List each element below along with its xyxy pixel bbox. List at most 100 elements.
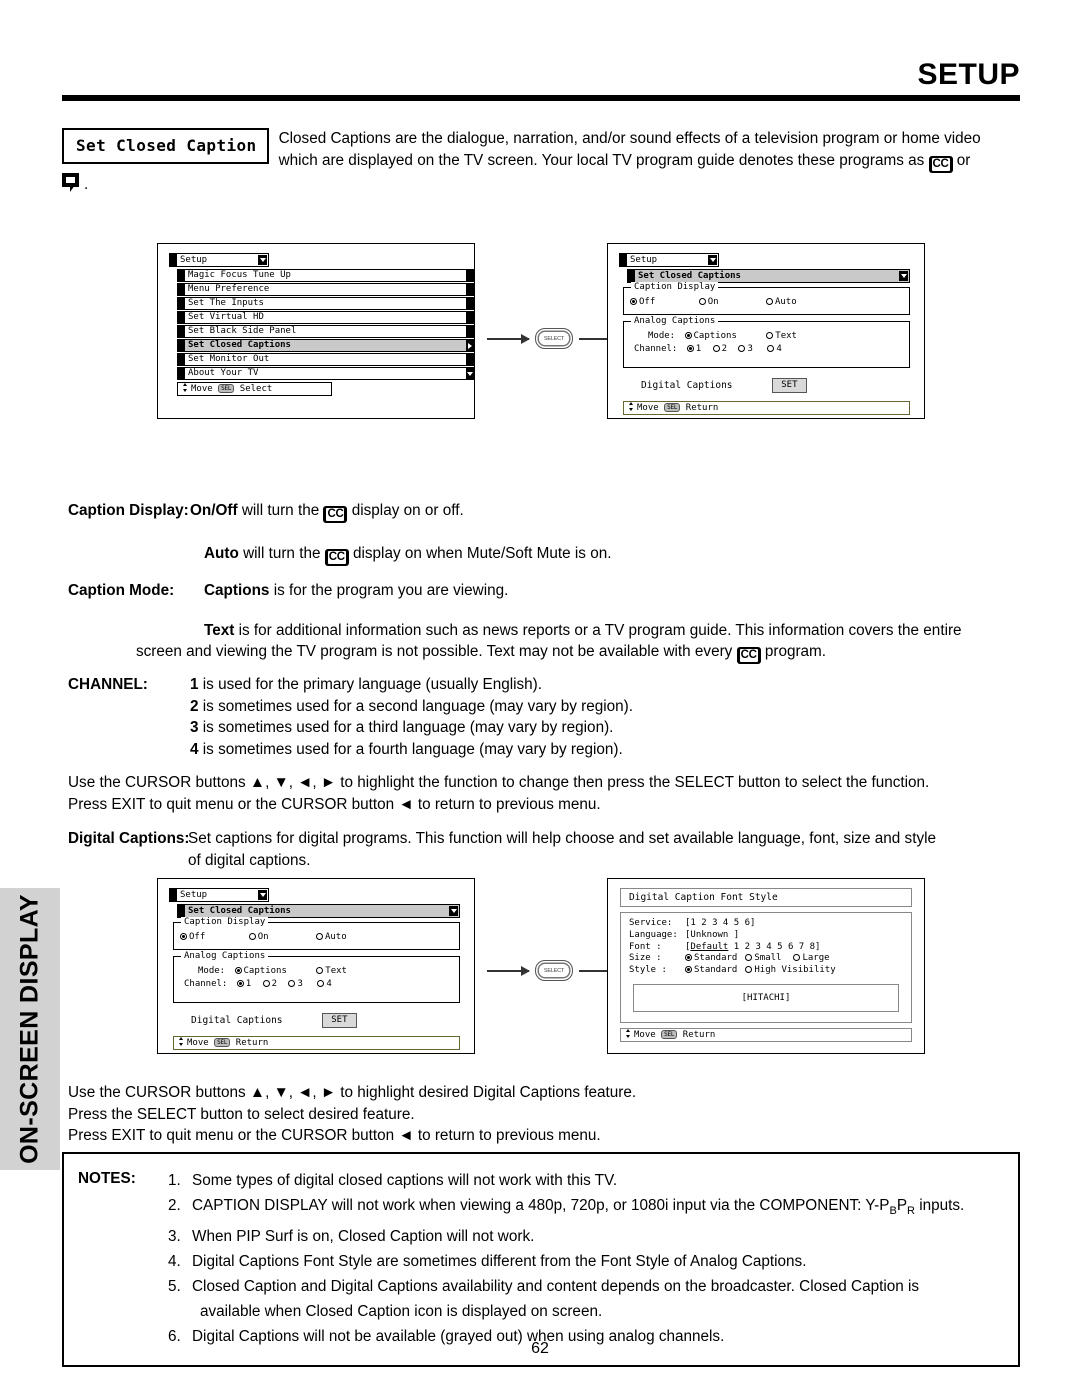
menu-item-about-your-tv[interactable]: About Your TV <box>177 367 474 380</box>
up-down-arrow-icon <box>626 1028 631 1038</box>
caption-mode-line-2: Text is for additional information such … <box>204 621 962 639</box>
chevron-right-icon <box>466 340 473 351</box>
option-mode-captions[interactable]: Captions <box>234 965 287 978</box>
analog-channel-row: Channel: 1 2 3 4 <box>180 978 453 991</box>
intro-line-2-or: or <box>956 151 971 169</box>
font-style-row-language[interactable]: Language: [Unknown ] <box>629 930 903 942</box>
note-item: 4. Digital Captions Font Style are someti… <box>168 1253 807 1271</box>
analog-channel-label: Channel: <box>634 344 678 354</box>
analog-mode-label: Mode: <box>648 331 676 341</box>
menu-item-set-the-inputs[interactable]: Set The Inputs <box>177 297 474 310</box>
radio-icon <box>765 298 773 305</box>
radio-icon <box>686 345 694 352</box>
caption-display-line-2: Auto will turn the CC display on when Mu… <box>204 545 611 566</box>
font-style-preview: [HITACHI] <box>633 983 899 1012</box>
page-header: SETUP <box>62 58 1020 101</box>
flow-connector-2: SELECT <box>487 960 622 981</box>
option-mode-text[interactable]: Text <box>766 330 797 343</box>
radio-icon <box>684 332 692 339</box>
digital-captions-term: Digital Captions: <box>68 830 190 847</box>
radio-icon <box>766 332 774 339</box>
option-channel-1[interactable]: 1 <box>236 978 251 991</box>
option-channel-2[interactable]: 2 <box>262 978 277 991</box>
option-caption-display-auto[interactable]: Auto <box>315 931 347 944</box>
caption-display-group-label: Caption Display <box>181 917 269 928</box>
menu-item-set-virtual-hd[interactable]: Set Virtual HD <box>177 311 474 324</box>
channel-item-1: 1 is used for the primary language (usua… <box>190 676 543 693</box>
closed-caption-icon: CC <box>324 549 349 566</box>
digital-captions-line-2: of digital captions. <box>188 851 311 869</box>
radio-icon <box>685 954 692 962</box>
closed-caption-icon: CC <box>323 506 348 523</box>
digital-captions-description: Digital Captions: Set captions for digit… <box>68 828 1028 871</box>
menu-item-set-black-side-panel[interactable]: Set Black Side Panel <box>177 325 474 338</box>
intro-line-3: . <box>62 172 1020 196</box>
option-channel-2[interactable]: 2 <box>712 343 727 356</box>
closed-captions-panel-2: Setup Set Closed Captions Caption Displa… <box>157 878 475 1054</box>
analog-channel-label: Channel: <box>184 979 228 989</box>
option-channel-3[interactable]: 3 <box>288 978 303 991</box>
option-caption-display-off[interactable]: Off <box>180 931 205 944</box>
caption-display-group: Caption Display Off On Auto <box>623 282 910 315</box>
channel-item-2: 2 is sometimes used for a second languag… <box>190 697 633 715</box>
channel-description: CHANNEL: 1 is used for the primary langu… <box>68 674 1028 760</box>
menu-item-set-closed-captions[interactable]: Set Closed Captions <box>177 339 474 352</box>
digital-captions-line-1: Set captions for digital programs. This … <box>188 830 937 847</box>
digital-captions-label: Digital Captions <box>191 1015 283 1026</box>
note-item: 1. Some types of digital closed captions … <box>168 1172 618 1189</box>
menu-item-menu-preference[interactable]: Menu Preference <box>177 283 474 296</box>
option-caption-display-off[interactable]: Off <box>630 296 655 309</box>
header-divider <box>62 95 1020 101</box>
digital-captions-row-2: Digital Captions SET <box>191 1013 460 1028</box>
intro-line-2-text: which are displayed on the TV screen. Yo… <box>278 151 925 169</box>
option-channel-1[interactable]: 1 <box>686 343 701 356</box>
analog-captions-group-2: Analog Captions Mode: Captions Text Chan… <box>173 951 460 1003</box>
channel-rows: CHANNEL: 1 is used for the primary langu… <box>68 674 1028 760</box>
cc-panel-subtitle[interactable]: Set Closed Captions <box>627 269 910 283</box>
radio-icon <box>793 954 801 962</box>
digital-captions-rows: Digital Captions: Set captions for digit… <box>68 828 1028 871</box>
arrow-icon <box>487 965 530 976</box>
cc-panel2-title[interactable]: Setup <box>169 888 269 902</box>
radio-icon <box>236 980 244 987</box>
option-channel-3[interactable]: 3 <box>738 343 753 356</box>
sel-key-icon: SEL <box>218 384 235 393</box>
option-mode-captions[interactable]: Captions <box>684 330 737 343</box>
menu-item-magic-focus[interactable]: Magic Focus Tune Up <box>177 269 474 282</box>
option-caption-display-on[interactable]: On <box>698 296 719 309</box>
font-style-row-size[interactable]: Size : Standard Small Large <box>629 953 903 965</box>
caption-mode-term: Caption Mode: <box>68 582 175 599</box>
cc-panel-title[interactable]: Setup <box>619 253 719 267</box>
note-item: 2. CAPTION DISPLAY will not work when vie… <box>168 1197 965 1218</box>
caption-display-group-2: Caption Display Off On Auto <box>173 917 460 950</box>
font-style-row-font[interactable]: Font : [Default 1 2 3 4 5 6 7 8] <box>629 942 903 954</box>
note-item: 3. When PIP Surf is on, Closed Caption wi… <box>168 1228 535 1246</box>
radio-icon <box>262 980 270 987</box>
option-channel-4[interactable]: 4 <box>767 343 782 356</box>
radio-icon <box>180 933 187 940</box>
option-caption-display-on[interactable]: On <box>248 931 269 944</box>
caption-display-row-1: Caption Display: On/Off will turn the CC… <box>68 500 1028 523</box>
up-down-arrow-icon <box>629 402 634 411</box>
analog-mode-row: Mode: Captions Text <box>630 330 903 343</box>
option-mode-text[interactable]: Text <box>316 965 347 978</box>
font-style-row-service[interactable]: Service: [1 2 3 4 5 6] <box>629 918 903 930</box>
font-style-panel: Digital Caption Font Style Service: [1 2 … <box>607 878 925 1054</box>
option-caption-display-auto[interactable]: Auto <box>765 296 797 309</box>
cc-panel2-subtitle[interactable]: Set Closed Captions <box>177 904 460 918</box>
caption-display-description: Caption Display: On/Off will turn the CC… <box>68 500 1028 664</box>
caption-display-row-2: Auto will turn the CC display on when Mu… <box>68 543 1028 566</box>
font-style-footer: Move SEL Return <box>620 1027 912 1042</box>
caption-display-group-label: Caption Display <box>631 282 719 293</box>
option-channel-4[interactable]: 4 <box>317 978 332 991</box>
menu-item-set-monitor-out[interactable]: Set Monitor Out <box>177 353 474 366</box>
cursor-instructions-2: Use the CURSOR buttons ▲, ▼, ◄, ► to hig… <box>68 1082 1028 1147</box>
set-button[interactable]: SET <box>772 378 807 393</box>
font-style-row-style[interactable]: Style : Standard High Visibility <box>629 965 903 977</box>
channel-term: CHANNEL: <box>68 676 148 693</box>
notes-list: 1. Some types of digital closed captions … <box>168 1168 1006 1349</box>
notes-label: NOTES: <box>78 1170 136 1187</box>
cc-panel2-footer: Move SEL Return <box>173 1036 460 1050</box>
set-button[interactable]: SET <box>322 1013 357 1028</box>
setup-menu-title[interactable]: Setup <box>169 253 269 267</box>
